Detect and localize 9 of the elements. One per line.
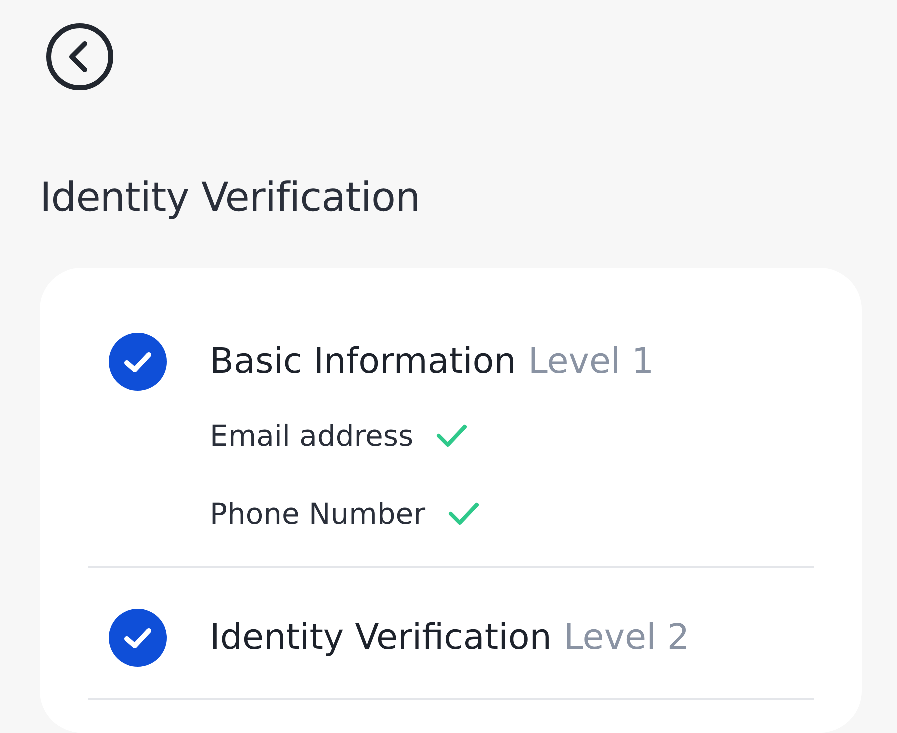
section-title: Identity Verification	[210, 618, 552, 658]
level-label: Level 2	[564, 618, 690, 658]
back-button[interactable]	[45, 22, 115, 92]
requirement-label: Phone Number	[210, 497, 426, 531]
section-title: Basic Information	[210, 342, 516, 382]
back-icon	[45, 22, 115, 92]
level-label: Level 1	[528, 342, 654, 382]
page-title: Identity Verification	[40, 174, 422, 223]
requirement-label: Email address	[210, 419, 414, 453]
